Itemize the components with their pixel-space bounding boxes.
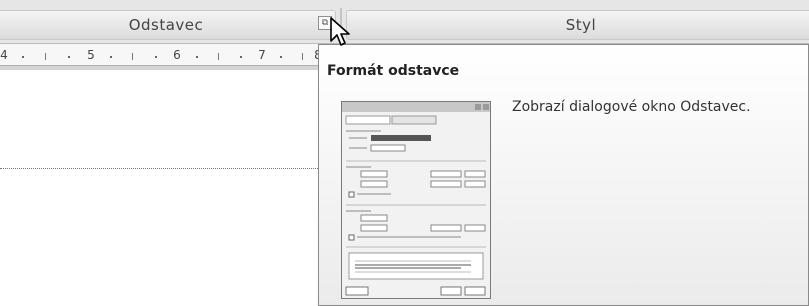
ruler-number: 4: [0, 48, 8, 62]
arrow-pointer-icon: [330, 17, 350, 46]
ruler-number: 6: [173, 48, 181, 62]
ruler-number: 7: [258, 48, 266, 62]
paragraph-dialog-thumbnail: [341, 101, 491, 299]
group-label-styl: Styl: [346, 10, 809, 40]
ruler-dot: [155, 56, 157, 58]
ruler-dot: [196, 56, 198, 58]
ruler-dot: [240, 56, 242, 58]
ruler-dot: [110, 56, 112, 58]
ruler-dot: [68, 56, 70, 58]
tooltip-title: Formát odstavce: [327, 63, 460, 79]
ruler-number: 5: [87, 48, 95, 62]
paragraph-border-line: [0, 168, 330, 169]
ruler-dot: [280, 56, 282, 58]
ruler-tick: [302, 53, 303, 60]
ribbon-group-labels: Odstavec ⧉ Styl: [0, 0, 809, 44]
document-area[interactable]: [0, 70, 330, 306]
ruler-tick: [218, 53, 219, 60]
ruler-tick: [132, 53, 133, 60]
super-tooltip: Formát odstavce Zobrazí dialogové okno O…: [318, 44, 809, 306]
horizontal-ruler[interactable]: 4 5 6 7 8: [0, 44, 330, 66]
group-label-odstavec: Odstavec: [0, 10, 336, 40]
ruler-tick: [45, 53, 46, 60]
ruler-dot: [22, 56, 24, 58]
tooltip-description: Zobrazí dialogové okno Odstavec.: [512, 99, 751, 115]
